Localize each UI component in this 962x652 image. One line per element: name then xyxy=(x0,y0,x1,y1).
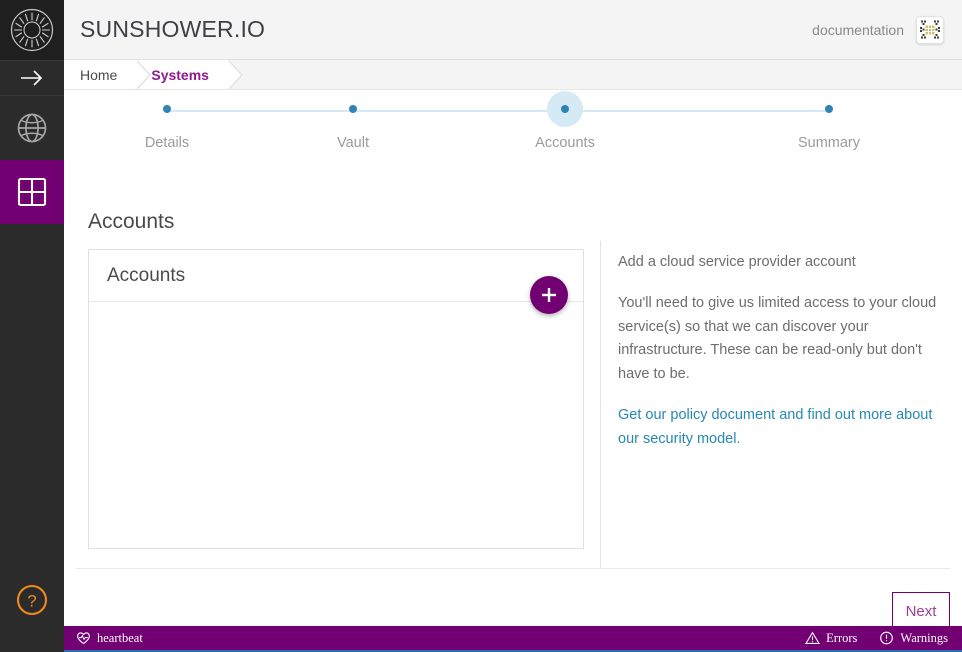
step-accounts[interactable]: Accounts xyxy=(485,91,645,151)
page-title: Accounts xyxy=(88,210,175,233)
step-dot xyxy=(349,105,357,113)
top-bar-right: documentation xyxy=(812,15,944,44)
warnings-status[interactable]: Warnings xyxy=(879,631,948,646)
heartbeat-status[interactable]: heartbeat xyxy=(76,631,143,646)
warning-triangle-icon xyxy=(805,631,821,644)
rail-footer-spacer xyxy=(0,626,64,652)
sunburst-logo-icon xyxy=(10,8,54,52)
accounts-help-column: Add a cloud service provider account You… xyxy=(618,251,948,451)
step-label: Summary xyxy=(797,135,861,151)
arrow-right-icon xyxy=(21,70,43,86)
status-bar-left: heartbeat xyxy=(76,631,143,646)
step-details[interactable]: Details xyxy=(87,91,247,151)
rail-collapse-button[interactable] xyxy=(0,60,64,96)
breadcrumb-label: Home xyxy=(80,66,118,83)
breadcrumb: Home Systems xyxy=(64,60,962,90)
accounts-card-title: Accounts xyxy=(107,264,186,286)
next-button[interactable]: Next xyxy=(892,592,950,630)
breadcrumb-label: Systems xyxy=(151,66,209,83)
footer-divider xyxy=(76,568,950,569)
step-vault[interactable]: Vault xyxy=(273,91,433,151)
step-dot-wrap xyxy=(149,91,185,127)
grid-icon xyxy=(17,177,47,207)
help-button[interactable]: ? xyxy=(0,576,64,624)
accounts-list xyxy=(89,302,583,549)
top-bar: SUNSHOWER.IO documentation xyxy=(64,0,962,60)
svg-text:?: ? xyxy=(27,592,36,611)
sidebar-item-dashboard[interactable] xyxy=(0,160,64,224)
left-nav-rail: ? xyxy=(0,0,64,652)
avatar[interactable] xyxy=(916,15,944,44)
policy-document-link[interactable]: Get our policy document and find out mor… xyxy=(618,404,948,451)
status-bar: heartbeat Errors Warnings xyxy=(64,626,962,652)
main-content: Accounts Accounts Add a cloud service pr… xyxy=(64,161,962,630)
step-dot-wrap xyxy=(335,91,371,127)
step-label: Details xyxy=(144,135,190,151)
step-label: Accounts xyxy=(535,135,595,151)
plus-icon xyxy=(542,288,556,302)
globe-icon xyxy=(17,113,47,143)
status-bar-right: Errors Warnings xyxy=(805,631,948,646)
errors-status[interactable]: Errors xyxy=(805,631,857,646)
heartbeat-icon xyxy=(77,632,90,645)
accounts-card: Accounts xyxy=(88,249,584,549)
step-label: Vault xyxy=(337,135,369,151)
exclamation-circle-icon xyxy=(880,631,894,645)
app-logo[interactable] xyxy=(0,0,64,60)
accounts-help-heading: Add a cloud service provider account xyxy=(618,254,856,270)
brand-title: SUNSHOWER.IO xyxy=(80,16,266,42)
breadcrumb-item-home[interactable]: Home xyxy=(64,60,152,90)
step-dot xyxy=(561,105,569,113)
wizard-stepper: Details Vault Accounts Summary xyxy=(64,91,962,161)
app-window: ? SUNSHOWER.IO documentation Home System… xyxy=(0,0,962,652)
documentation-link[interactable]: documentation xyxy=(812,22,904,38)
step-dot xyxy=(825,105,833,113)
step-dot xyxy=(163,105,171,113)
step-dot-wrap xyxy=(811,91,847,127)
identicon-avatar-icon xyxy=(919,18,941,41)
warnings-label: Warnings xyxy=(900,630,948,645)
column-divider xyxy=(600,241,601,568)
add-account-button[interactable] xyxy=(530,276,568,314)
sidebar-item-globe[interactable] xyxy=(0,96,64,160)
step-dot-wrap xyxy=(547,91,583,127)
errors-label: Errors xyxy=(826,630,858,645)
accounts-help-body: You'll need to give us limited access to… xyxy=(618,295,937,382)
heartbeat-label: heartbeat xyxy=(97,630,143,645)
step-summary[interactable]: Summary xyxy=(749,91,909,151)
question-circle-icon: ? xyxy=(16,584,48,616)
accounts-card-header: Accounts xyxy=(89,250,583,302)
